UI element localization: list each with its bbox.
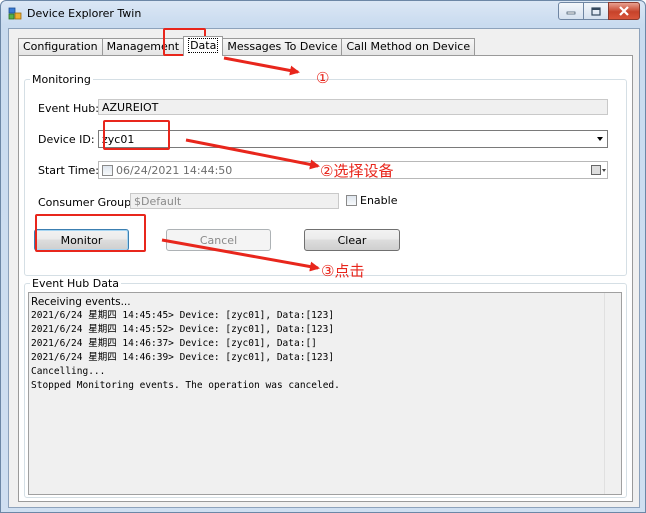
- highlight-monitor-button: [35, 214, 146, 252]
- maximize-icon: [591, 6, 601, 16]
- start-time-label: Start Time:: [38, 164, 99, 177]
- log-line: 2021/6/24 星期四 14:46:39> Device: [zyc01],…: [31, 352, 335, 363]
- annotation-step1: ①: [316, 69, 330, 87]
- tab-data-label: Data: [188, 38, 219, 53]
- event-hub-field: AZUREIOT: [98, 99, 608, 115]
- log-line: Stopped Monitoring events. The operation…: [31, 380, 340, 391]
- log-scrollbar[interactable]: [604, 293, 621, 494]
- start-time-checkbox[interactable]: [102, 165, 113, 176]
- event-hub-data-title: Event Hub Data: [30, 277, 121, 290]
- calendar-icon[interactable]: [591, 165, 601, 175]
- log-line: 2021/6/24 星期四 14:46:37> Device: [zyc01],…: [31, 338, 317, 349]
- event-log-textbox[interactable]: Receiving events... 2021/6/24 星期四 14:45:…: [28, 292, 622, 495]
- enable-checkbox[interactable]: [346, 195, 357, 206]
- chevron-down-icon[interactable]: [597, 137, 603, 141]
- app-icon: [8, 7, 22, 20]
- tab-configuration[interactable]: Configuration: [18, 38, 103, 56]
- close-icon: [619, 6, 629, 16]
- device-id-dropdown[interactable]: zyc01: [98, 130, 608, 148]
- enable-label: Enable: [360, 194, 398, 207]
- calendar-dropdown-icon: [602, 169, 606, 172]
- title-bar[interactable]: Device Explorer Twin: [1, 1, 645, 27]
- cancel-button: Cancel: [166, 229, 271, 251]
- log-line: 2021/6/24 星期四 14:45:52> Device: [zyc01],…: [31, 324, 335, 335]
- device-id-label: Device ID:: [38, 133, 95, 146]
- tab-call-method[interactable]: Call Method on Device: [341, 38, 476, 56]
- maximize-button[interactable]: [583, 2, 609, 20]
- consumer-group-label: Consumer Group:: [38, 196, 135, 209]
- minimize-button[interactable]: [558, 2, 584, 20]
- tab-strip: Configuration Management Data Messages T…: [18, 36, 476, 56]
- highlight-device-id: [103, 120, 170, 150]
- tab-data[interactable]: Data: [183, 36, 224, 56]
- monitoring-group-title: Monitoring: [30, 73, 93, 86]
- event-log-lines: Receiving events... 2021/6/24 星期四 14:45:…: [29, 293, 621, 393]
- annotation-step2: ②选择设备: [320, 162, 394, 180]
- start-time-value: 06/24/2021 14:44:50: [116, 164, 233, 177]
- tab-messages-to-device[interactable]: Messages To Device: [222, 38, 343, 56]
- window-title: Device Explorer Twin: [27, 7, 142, 20]
- log-line: Cancelling...: [31, 366, 106, 377]
- minimize-icon: [566, 11, 576, 15]
- annotation-step3: ③点击: [321, 262, 365, 280]
- log-line: Receiving events...: [31, 296, 131, 308]
- consumer-group-field[interactable]: $Default: [130, 193, 339, 209]
- event-hub-data-group: Event Hub Data Receiving events... 2021/…: [24, 277, 627, 498]
- log-line: 2021/6/24 星期四 14:45:45> Device: [zyc01],…: [31, 310, 335, 321]
- clear-button[interactable]: Clear: [304, 229, 400, 251]
- enable-checkbox-group[interactable]: Enable: [346, 194, 397, 207]
- event-hub-label: Event Hub:: [38, 102, 99, 115]
- close-button[interactable]: [608, 2, 640, 20]
